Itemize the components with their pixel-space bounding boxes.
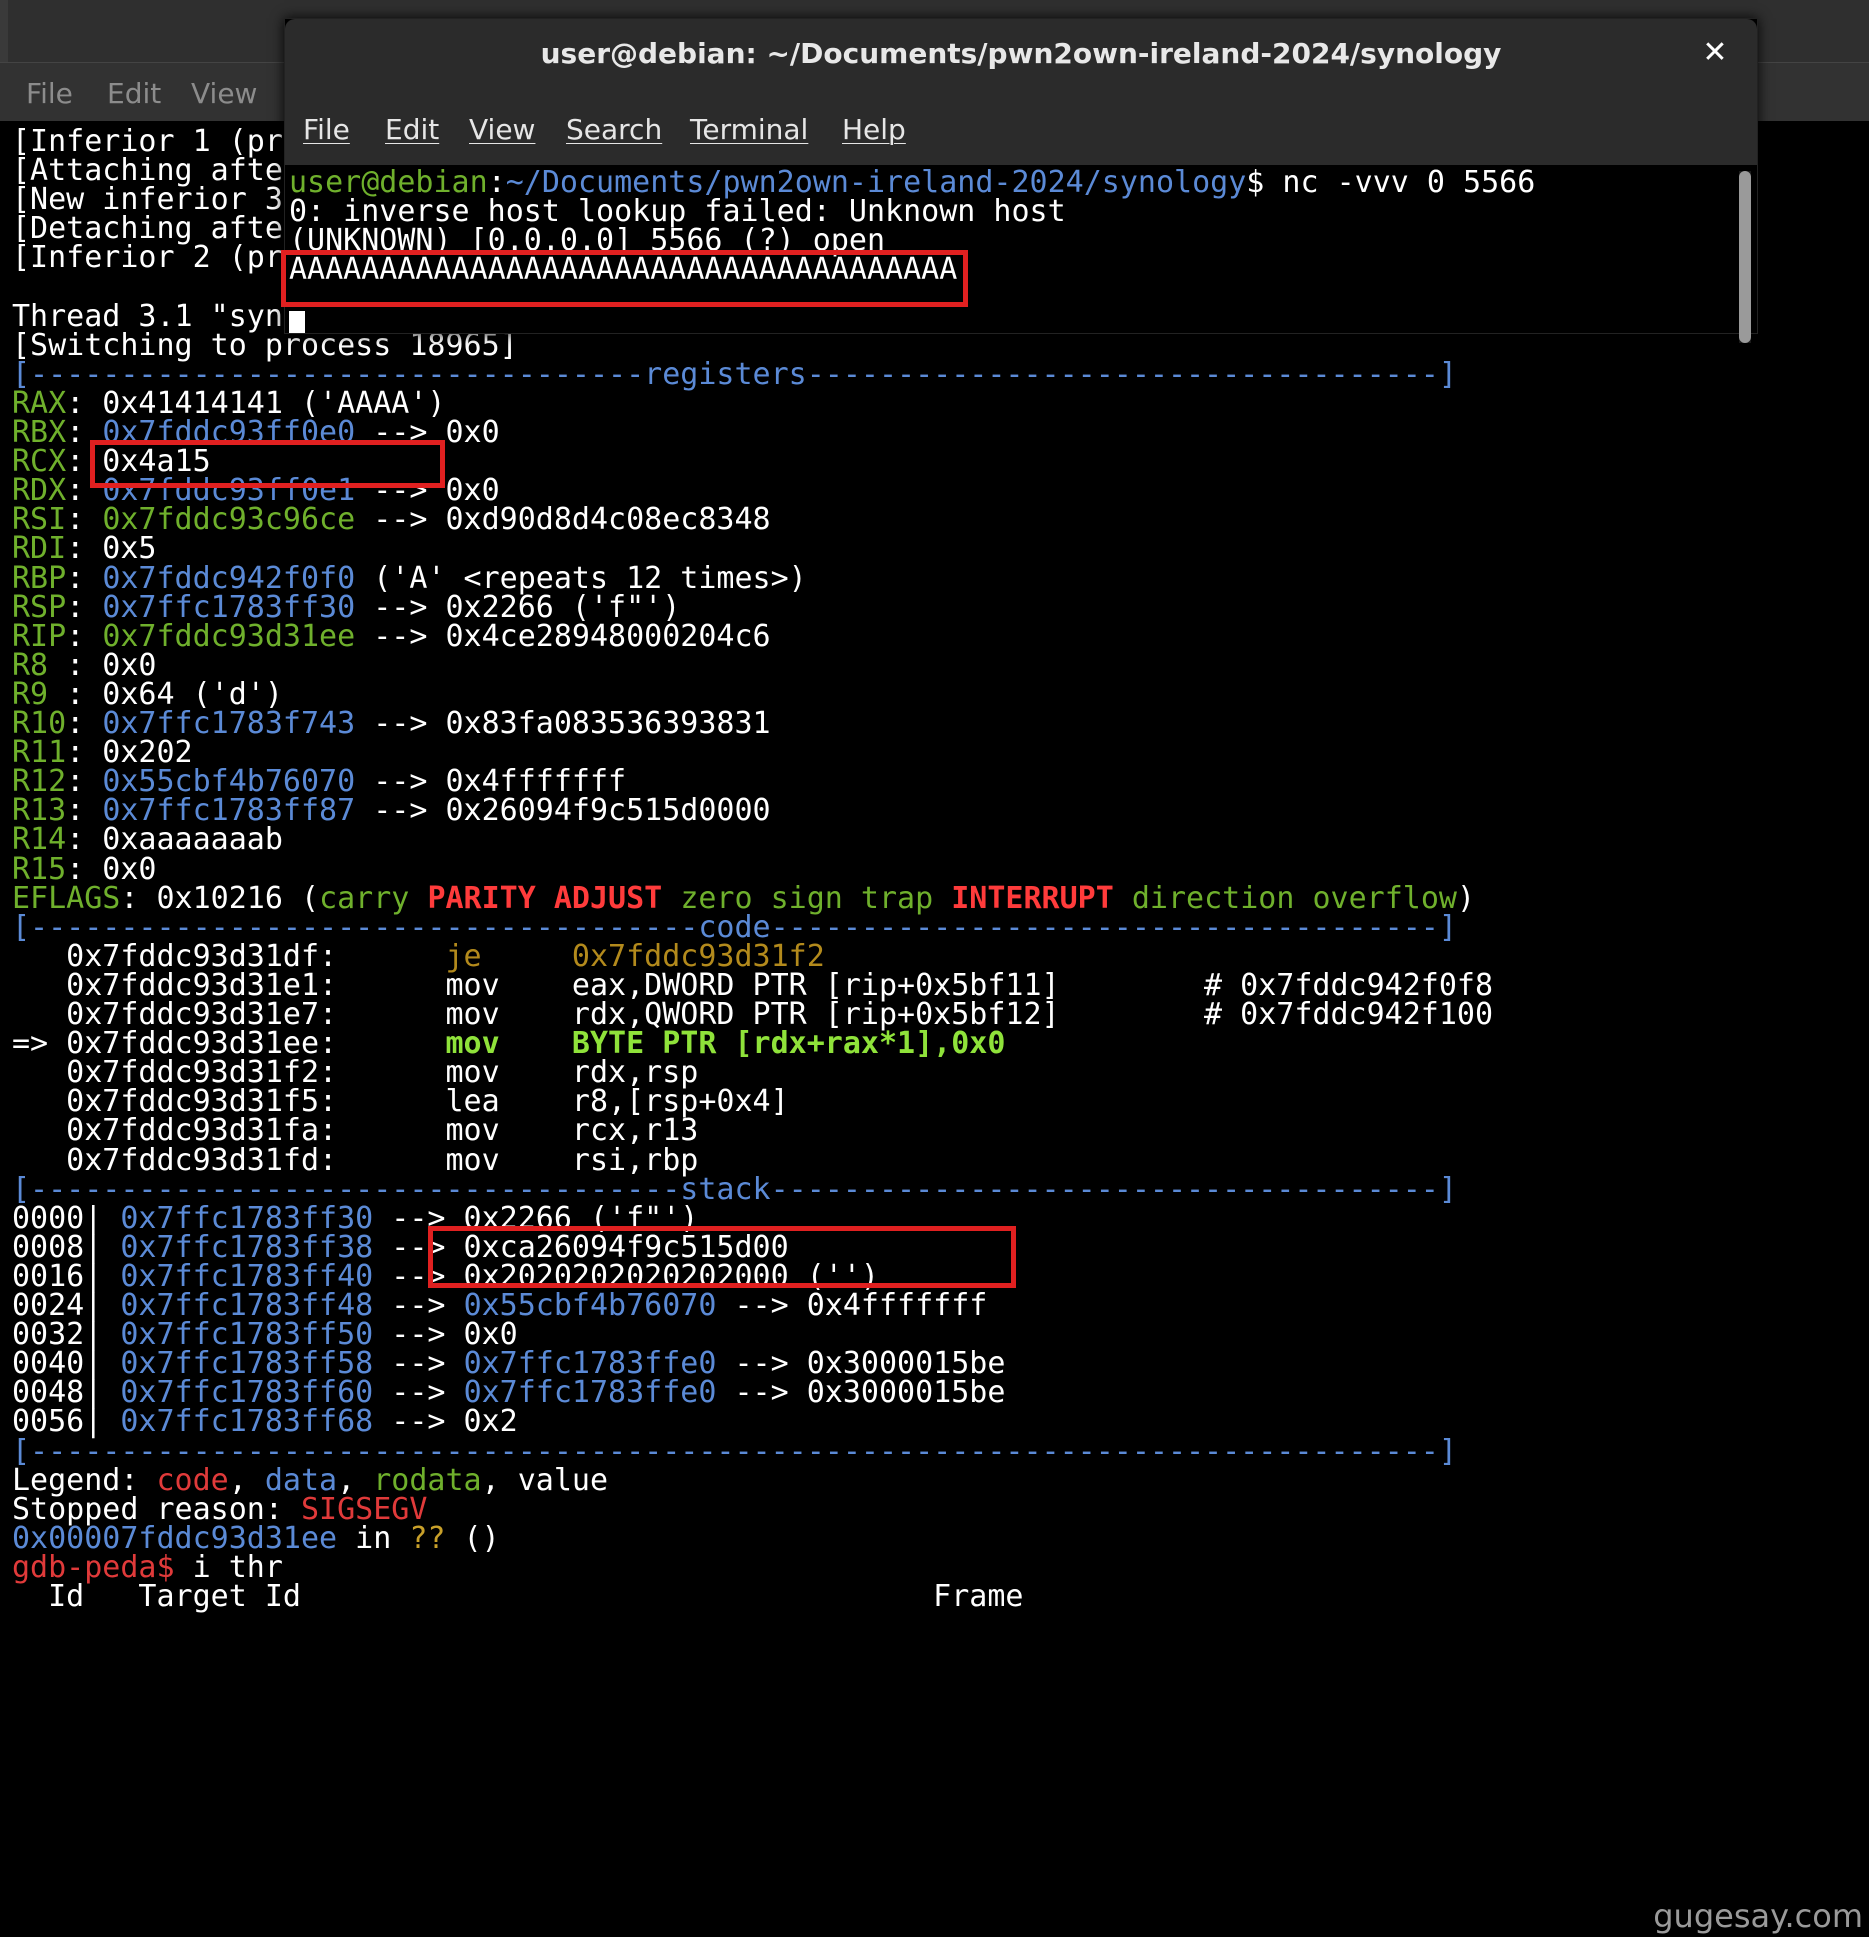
terminal-text-segment: [Inferior 2 (pr (12, 240, 283, 276)
terminal-scrollbar[interactable] (1739, 171, 1751, 343)
menu-terminal[interactable]: Terminal (690, 113, 808, 146)
menu-help[interactable]: Help (842, 113, 906, 146)
close-icon[interactable]: ✕ (1697, 33, 1733, 73)
menu-file[interactable]: File (303, 113, 350, 146)
terminal-line: [Inferior 2 (pr (12, 240, 283, 276)
terminal-text-segment: --> 0xd90d8d4c08ec8348 (355, 502, 771, 538)
terminal-line: Id Target Id Frame (12, 1579, 1023, 1615)
terminal-text-segment: , value (481, 1462, 609, 1498)
front-window-menubar: File Edit View Search Terminal Help (285, 93, 1757, 165)
window-title: user@debian: ~/Documents/pwn2own-ireland… (540, 37, 1502, 70)
terminal-text-segment: --> 0x4ce28948000204c6 (355, 618, 771, 654)
back-menu-view[interactable]: View (191, 77, 257, 110)
terminal-cursor (289, 311, 305, 333)
front-window-titlebar[interactable]: user@debian: ~/Documents/pwn2own-ireland… (285, 19, 1757, 93)
terminal-text-segment: --> 0x3000015be (716, 1375, 1006, 1411)
terminal-text-segment: ?? (409, 1520, 446, 1556)
terminal-text-segment: Id Target Id Frame (12, 1579, 1024, 1614)
rax-highlight-box (90, 440, 445, 488)
menu-view[interactable]: View (469, 113, 535, 146)
watermark: gugesay.com (1653, 1897, 1863, 1935)
terminal-text-segment: ) (1456, 880, 1476, 916)
terminal-text-segment: () (445, 1520, 500, 1556)
back-menu-file[interactable]: File (26, 77, 73, 110)
terminal-text-segment: --> 0x4fffffff (716, 1288, 988, 1323)
terminal-text-segment: --> 0x26094f9c515d0000 (355, 793, 771, 829)
menu-search[interactable]: Search (566, 113, 662, 146)
scrollbar-thumb[interactable] (1739, 171, 1751, 343)
payload-highlight-box (281, 250, 968, 307)
back-menu-edit[interactable]: Edit (107, 77, 161, 110)
gdb-terminal-output[interactable]: [Inferior 1 (pr [Attaching afte [New infer… (12, 124, 1852, 1937)
terminal-text-segment: in (337, 1520, 410, 1556)
faulting-instruction-highlight-box (428, 1226, 1016, 1288)
menu-edit[interactable]: Edit (385, 113, 439, 146)
terminal-text-segment: $ nc -vvv 0 5566 (1246, 165, 1536, 200)
terminal-text-segment: --> 0x83fa083536393831 (355, 706, 771, 741)
